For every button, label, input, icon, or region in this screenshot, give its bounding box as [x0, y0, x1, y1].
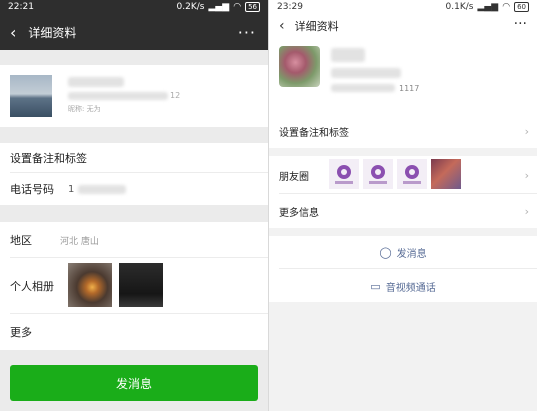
network-speed: 0.2K/s — [176, 2, 205, 12]
divider — [279, 268, 537, 269]
status-bar: 22:21 0.2K/s ▂▄▆ ◠ 56 — [0, 0, 268, 14]
blurred-name — [331, 48, 365, 62]
remark-tags-label: 设置备注和标签 — [279, 127, 349, 139]
page-title: 详细资料 — [28, 25, 77, 40]
moments-thumbnail — [329, 159, 359, 189]
blurred-phone — [78, 184, 127, 194]
avatar[interactable] — [10, 75, 52, 117]
signal-icon: ▂▄▆ — [208, 2, 230, 12]
profile-card[interactable]: 1117 — [269, 38, 537, 114]
battery-icon: 60 — [514, 2, 529, 12]
phone-label: 电话号码 — [10, 183, 54, 196]
album-photo-monitor[interactable] — [119, 263, 163, 307]
chevron-right-icon: › — [524, 124, 529, 138]
wechat-id-fragment: 12 — [170, 91, 181, 100]
more-options-icon[interactable]: ··· — [238, 23, 256, 42]
wifi-icon: ◠ — [502, 2, 511, 12]
send-message-action[interactable]: ◯ 发消息 — [269, 236, 537, 268]
page-title: 详细资料 — [294, 20, 339, 33]
signal-icon: ▂▄▆ — [477, 2, 499, 12]
back-icon[interactable]: ‹ — [279, 18, 285, 34]
blurred-nickname — [331, 68, 401, 78]
status-bar: 23:29 0.1K/s ▂▄▆ ◠ 60 — [269, 0, 537, 14]
battery-icon: 56 — [245, 2, 260, 12]
blurred-wechat-id — [68, 92, 168, 100]
video-call-label: 音视频通话 — [385, 282, 436, 294]
more-label: 更多 — [10, 326, 32, 339]
remark-tags-row[interactable]: 设置备注和标签 › — [269, 114, 537, 148]
phone-row[interactable]: 电话号码 1 — [0, 173, 268, 205]
wifi-icon: ◠ — [233, 2, 242, 12]
status-time: 23:29 — [277, 2, 303, 12]
moments-thumbnail-photo — [431, 159, 461, 189]
video-camera-icon: ▭ — [370, 279, 381, 293]
more-info-row[interactable]: 更多信息 › — [269, 194, 537, 228]
moments-thumbnail — [397, 159, 427, 189]
region-value: 河北 唐山 — [60, 236, 99, 247]
blurred-wechat-id — [331, 84, 395, 92]
nickname-label: 昵称: 无为 — [68, 105, 101, 113]
moments-label: 朋友圈 — [279, 171, 309, 183]
video-call-action[interactable]: ▭ 音视频通话 — [269, 270, 537, 302]
left-phone-screen: 22:21 0.2K/s ▂▄▆ ◠ 56 ‹ 详细资料 ··· 12 昵称: … — [0, 0, 268, 411]
chevron-right-icon: › — [524, 168, 529, 182]
remark-tags-label: 设置备注和标签 — [10, 152, 87, 165]
send-message-button[interactable]: 发消息 — [10, 365, 258, 401]
more-info-label: 更多信息 — [279, 207, 319, 219]
title-bar: ‹ 详细资料 ··· — [0, 14, 268, 50]
album-photo-sunset[interactable] — [68, 263, 112, 307]
wechat-id-fragment: 1117 — [399, 84, 420, 93]
right-phone-screen: 23:29 0.1K/s ▂▄▆ ◠ 60 ‹ 详细资料 ··· 1117 设置… — [269, 0, 537, 411]
region-label: 地区 — [10, 234, 32, 247]
more-options-icon[interactable]: ··· — [514, 16, 527, 32]
region-row: 地区 河北 唐山 — [0, 222, 268, 258]
avatar[interactable] — [279, 46, 320, 87]
network-speed: 0.1K/s — [445, 2, 474, 12]
profile-card[interactable]: 12 昵称: 无为 — [0, 65, 268, 127]
status-time: 22:21 — [8, 2, 34, 12]
blurred-name — [68, 77, 124, 87]
more-row[interactable]: 更多 — [0, 314, 268, 350]
chat-bubble-icon: ◯ — [379, 245, 392, 259]
album-label: 个人相册 — [10, 280, 54, 293]
title-bar: ‹ 详细资料 ··· — [269, 14, 537, 38]
remark-tags-row[interactable]: 设置备注和标签 — [0, 143, 268, 173]
moments-thumbnail — [363, 159, 393, 189]
send-message-label: 发消息 — [396, 248, 427, 260]
chevron-right-icon: › — [524, 204, 529, 218]
back-icon[interactable]: ‹ — [10, 23, 16, 42]
phone-value: 1 — [68, 183, 75, 195]
